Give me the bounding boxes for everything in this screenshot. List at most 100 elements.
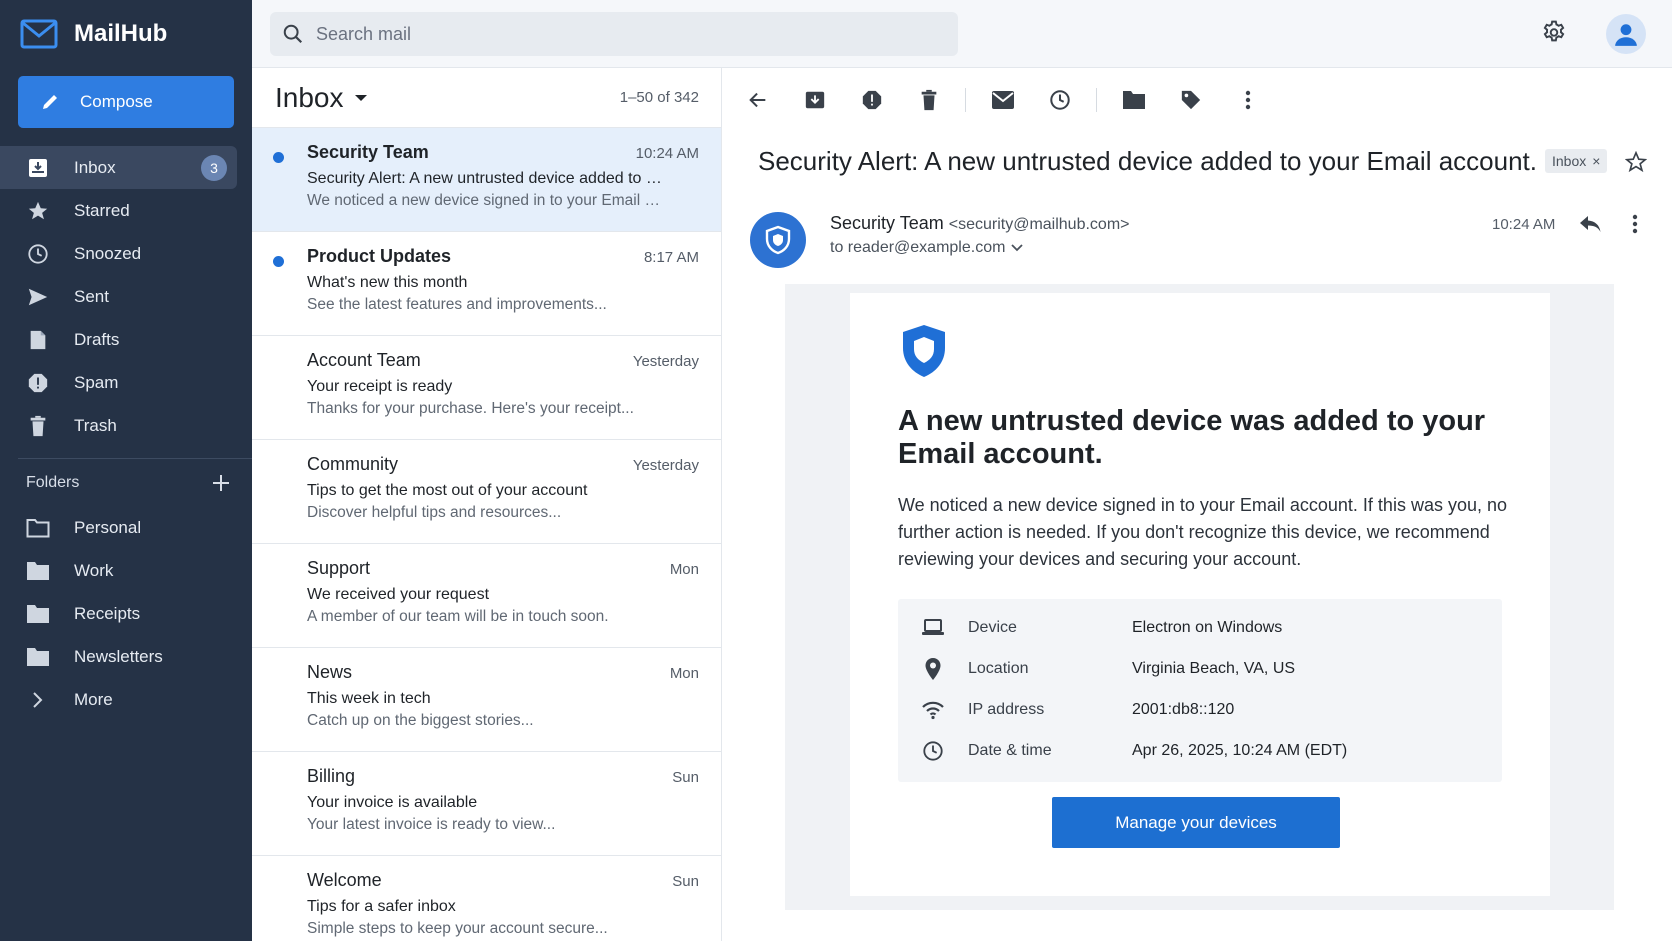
search-input[interactable] — [316, 23, 916, 45]
add-folder-icon[interactable] — [212, 474, 230, 492]
folder-outline-icon — [26, 516, 50, 540]
chevron-down-icon — [1011, 244, 1024, 252]
search-bar[interactable] — [270, 12, 958, 56]
inbox-label-chip[interactable]: Inbox × — [1545, 149, 1608, 173]
nav-label: Spam — [74, 372, 119, 392]
message-time: 10:24 AM — [1492, 216, 1556, 233]
detail-label: Date & time — [968, 741, 1052, 759]
laptop-icon — [898, 618, 968, 638]
nav-item-starred[interactable]: Starred — [0, 189, 252, 232]
detail-row-device: Device Electron on Windows — [898, 607, 1502, 648]
row-time: Yesterday — [632, 457, 699, 474]
row-time: 8:17 AM — [643, 249, 699, 266]
nav-label: Sent — [74, 286, 109, 306]
star-outline-icon[interactable] — [1625, 151, 1647, 173]
brand[interactable]: MailHub — [20, 19, 167, 49]
delete-icon[interactable] — [911, 82, 947, 118]
folder-item-newsletters[interactable]: Newsletters — [0, 635, 252, 678]
user-icon — [1613, 21, 1639, 47]
shield-icon — [900, 323, 948, 379]
reply-icon[interactable] — [1578, 214, 1602, 234]
move-to-folder-icon[interactable] — [1116, 82, 1152, 118]
row-sender: Support — [307, 558, 371, 578]
sender-email: <security@mailhub.com> — [948, 216, 1130, 233]
row-subject: We received your request — [307, 586, 490, 603]
row-subject: Your invoice is available — [307, 794, 478, 811]
sender-line: Security Team <security@mailhub.com> — [830, 213, 1130, 234]
back-arrow-icon[interactable] — [740, 82, 776, 118]
message-row[interactable]: News Mon This week in tech Catch up on t… — [252, 648, 721, 752]
nav-item-snoozed[interactable]: Snoozed — [0, 232, 252, 275]
more-vertical-icon[interactable] — [1230, 82, 1266, 118]
message-row[interactable]: Account Team Yesterday Your receipt is r… — [252, 336, 721, 440]
row-preview: Discover helpful tips and resources... — [307, 504, 562, 521]
nav-label: Starred — [74, 200, 130, 220]
unread-count-badge: 3 — [201, 155, 227, 181]
nav-item-spam[interactable]: Spam — [0, 361, 252, 404]
recipients-toggle[interactable]: to reader@example.com — [830, 239, 1024, 257]
clock-icon — [898, 740, 968, 762]
device-details: Device Electron on Windows Location Virg… — [898, 599, 1502, 782]
folder-item-work[interactable]: Work — [0, 549, 252, 592]
message-row[interactable]: Welcome Sun Tips for a safer inbox Simpl… — [252, 856, 721, 941]
row-sender: Welcome — [307, 870, 382, 890]
message-row[interactable]: Support Mon We received your request A m… — [252, 544, 721, 648]
nav-label: Drafts — [74, 329, 120, 349]
trash-icon — [26, 414, 50, 438]
label-tag-icon[interactable] — [1173, 82, 1209, 118]
snooze-icon[interactable] — [1042, 82, 1078, 118]
message-row[interactable]: Community Yesterday Tips to get the most… — [252, 440, 721, 544]
pagination-range: 1–50 of 342 — [619, 89, 699, 106]
detail-value: Electron on Windows — [1132, 618, 1283, 636]
folder-item-personal[interactable]: Personal — [0, 506, 252, 549]
folder-item-receipts[interactable]: Receipts — [0, 592, 252, 635]
report-spam-icon[interactable] — [854, 82, 890, 118]
message-row[interactable]: Billing Sun Your invoice is available Yo… — [252, 752, 721, 856]
archive-icon[interactable] — [797, 82, 833, 118]
row-preview: A member of our team will be in touch so… — [307, 608, 609, 625]
folder-label: More — [74, 689, 113, 709]
compose-button[interactable]: Compose — [18, 76, 234, 128]
app-name: MailHub — [74, 20, 168, 47]
detail-value: Virginia Beach, VA, US — [1132, 659, 1296, 677]
alert-heading: A new untrusted device was added to your… — [898, 405, 1486, 470]
nav-item-inbox[interactable]: Inbox 3 — [0, 146, 237, 189]
detail-row-ip: IP address 2001:db8::120 — [898, 689, 1502, 730]
message-row[interactable]: Security Team 10:24 AM Security Alert: A… — [252, 128, 721, 232]
compose-label: Compose — [80, 92, 153, 111]
row-preview: Simple steps to keep your account secure… — [307, 920, 608, 937]
manage-devices-button[interactable]: Manage your devices — [1052, 797, 1340, 848]
sidebar-divider — [18, 458, 252, 459]
spam-icon — [26, 371, 50, 395]
top-bar — [252, 0, 1672, 68]
toolbar-separator — [965, 88, 966, 112]
folders-header: Folders — [26, 474, 230, 492]
row-subject: Security Alert: A new untrusted device a… — [307, 170, 662, 187]
inbox-dropdown[interactable]: Inbox — [275, 82, 368, 114]
folder-item-more[interactable]: More — [0, 678, 252, 721]
message-more-icon[interactable] — [1632, 214, 1638, 234]
detail-value: 2001:db8::120 — [1132, 700, 1235, 718]
row-preview: See the latest features and improvements… — [307, 296, 607, 313]
mail-logo-icon — [20, 19, 58, 49]
nav-item-drafts[interactable]: Drafts — [0, 318, 252, 361]
account-avatar[interactable] — [1606, 14, 1646, 54]
nav-item-sent[interactable]: Sent — [0, 275, 252, 318]
row-time: Yesterday — [632, 353, 699, 370]
chevron-right-icon — [26, 688, 50, 712]
sender-avatar — [750, 212, 806, 268]
folders-list: Personal Work Receipts Newsletters More — [0, 506, 252, 721]
detail-label: IP address — [968, 700, 1045, 718]
main-nav: Inbox 3 Starred Snoozed Sent Drafts Spam… — [0, 146, 252, 447]
gear-icon[interactable] — [1541, 20, 1567, 46]
nav-item-trash[interactable]: Trash — [0, 404, 252, 447]
remove-label-icon[interactable]: × — [1592, 153, 1600, 169]
message-row[interactable]: Product Updates 8:17 AM What's new this … — [252, 232, 721, 336]
nav-label: Inbox — [74, 157, 116, 177]
sidebar: MailHub Compose Inbox 3 Starred Snoozed … — [0, 0, 252, 941]
mark-unread-icon[interactable] — [985, 82, 1021, 118]
list-title: Inbox — [275, 81, 344, 113]
folder-label: Receipts — [74, 603, 141, 623]
detail-label: Location — [968, 659, 1029, 677]
folder-label: Newsletters — [74, 646, 163, 666]
